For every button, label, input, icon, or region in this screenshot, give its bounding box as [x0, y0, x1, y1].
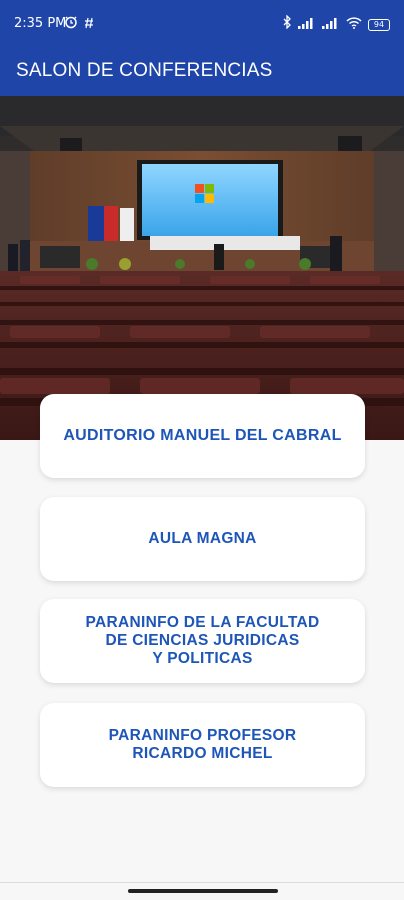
- status-time: 2:35 PM: [14, 16, 67, 31]
- venue-card-aula-magna[interactable]: AULA MAGNA: [40, 497, 365, 581]
- signal-icon: [298, 16, 316, 34]
- wifi-icon: [346, 16, 362, 34]
- venue-label: PARANINFO DE LA FACULTAD DE CIENCIAS JUR…: [85, 614, 320, 667]
- status-left-icons: [64, 15, 94, 34]
- signal-icon: [322, 16, 340, 34]
- venue-label: PARANINFO PROFESOR RICARDO MICHEL: [108, 727, 297, 762]
- app-bar: SALON DE CONFERENCIAS: [0, 48, 404, 96]
- auditorium-image: [0, 96, 404, 440]
- home-indicator[interactable]: [128, 889, 278, 893]
- venue-card-paraninfo-juridicas[interactable]: PARANINFO DE LA FACULTAD DE CIENCIAS JUR…: [40, 599, 365, 683]
- status-right-icons: 94: [282, 14, 390, 34]
- battery-icon: 94: [368, 18, 390, 31]
- venue-card-auditorio[interactable]: AUDITORIO MANUEL DEL CABRAL: [40, 394, 365, 478]
- venue-card-paraninfo-michel[interactable]: PARANINFO PROFESOR RICARDO MICHEL: [40, 703, 365, 787]
- status-bar: 2:35 PM 94: [0, 0, 404, 48]
- bluetooth-icon: [282, 14, 292, 34]
- alarm-icon: [64, 15, 78, 34]
- venue-label: AULA MAGNA: [148, 530, 257, 547]
- hash-icon: [84, 16, 94, 34]
- venue-label: AUDITORIO MANUEL DEL CABRAL: [63, 427, 342, 444]
- page-title: SALON DE CONFERENCIAS: [16, 60, 273, 81]
- bottom-divider: [0, 882, 404, 883]
